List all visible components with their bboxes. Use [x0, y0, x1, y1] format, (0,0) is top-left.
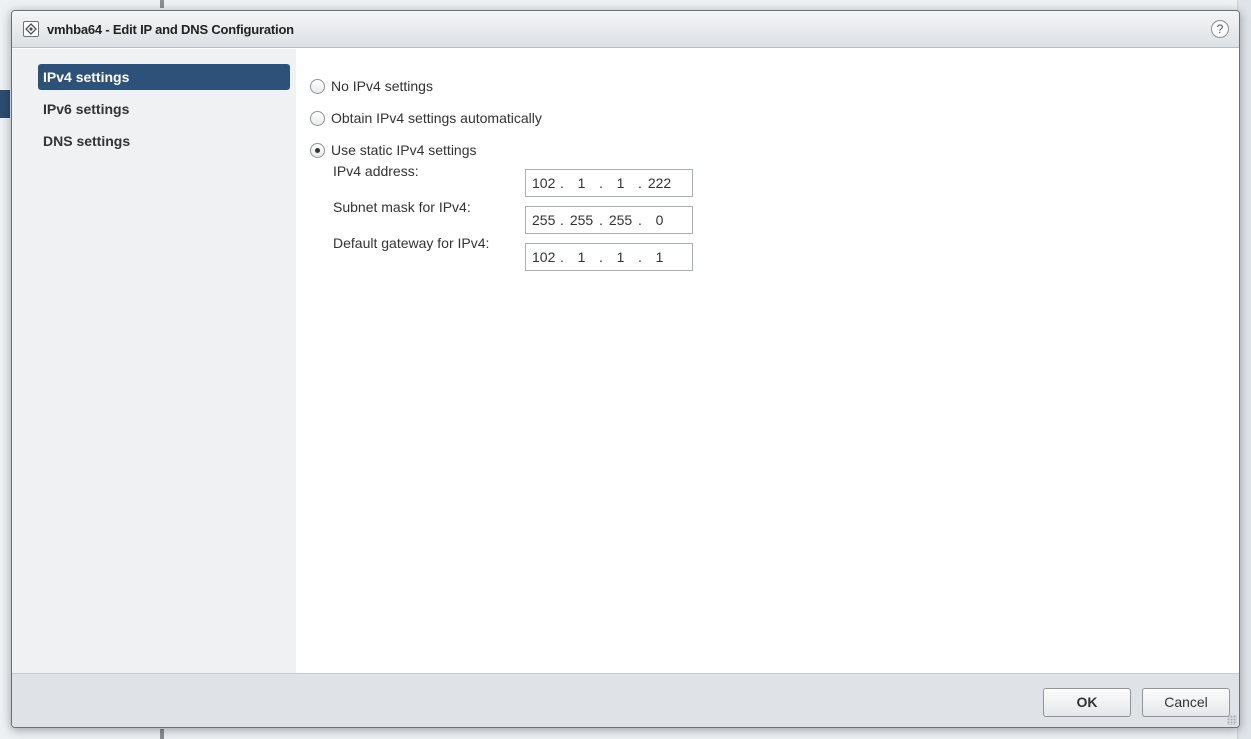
default-gateway-label: Default gateway for IPv4: — [333, 235, 490, 251]
octet-dot: . — [599, 212, 603, 228]
dialog-footer: OK Cancel — [12, 673, 1239, 727]
option-static[interactable]: Use static IPv4 settings — [310, 142, 477, 158]
octet[interactable]: 1 — [607, 249, 634, 265]
cancel-button[interactable]: Cancel — [1142, 688, 1230, 717]
octet[interactable]: 222 — [646, 175, 673, 191]
sidebar-item-dns[interactable]: DNS settings — [38, 128, 290, 154]
radio-static[interactable] — [310, 142, 325, 158]
option-static-label: Use static IPv4 settings — [331, 142, 477, 158]
sidebar-item-ipv6[interactable]: IPv6 settings — [38, 96, 290, 122]
radio-no-ipv4[interactable] — [310, 78, 325, 94]
octet-dot: . — [560, 175, 564, 191]
dialog-title: vmhba64 - Edit IP and DNS Configuration — [47, 21, 294, 37]
help-icon[interactable]: ? — [1211, 20, 1229, 38]
octet-dot: . — [638, 249, 642, 265]
octet[interactable]: 1 — [607, 175, 634, 191]
octet[interactable]: 255 — [568, 212, 595, 228]
octet-dot: . — [638, 212, 642, 228]
option-obtain-auto-label: Obtain IPv4 settings automatically — [331, 110, 542, 126]
octet-dot: . — [599, 249, 603, 265]
radio-obtain-auto[interactable] — [310, 110, 325, 126]
ipv4-address-input[interactable]: 102. 1. 1. 222 — [525, 169, 693, 197]
dialog-titlebar[interactable]: vmhba64 - Edit IP and DNS Configuration … — [12, 11, 1239, 48]
subnet-mask-label: Subnet mask for IPv4: — [333, 199, 471, 215]
option-no-ipv4-label: No IPv4 settings — [331, 78, 433, 94]
octet[interactable]: 102 — [532, 175, 556, 191]
option-no-ipv4[interactable]: No IPv4 settings — [310, 78, 433, 94]
background-nav-strip — [0, 90, 10, 118]
octet-dot: . — [560, 212, 564, 228]
resize-grip-icon[interactable] — [1227, 715, 1237, 725]
octet[interactable]: 102 — [532, 249, 556, 265]
sidebar-item-ipv4[interactable]: IPv4 settings — [38, 64, 290, 90]
octet[interactable]: 1 — [646, 249, 673, 265]
octet-dot: . — [560, 249, 564, 265]
octet[interactable]: 0 — [646, 212, 673, 228]
octet-dot: . — [638, 175, 642, 191]
octet[interactable]: 255 — [607, 212, 634, 228]
ok-button[interactable]: OK — [1043, 688, 1131, 717]
octet[interactable]: 255 — [532, 212, 556, 228]
background-divider-top — [160, 0, 164, 8]
octet-dot: . — [599, 175, 603, 191]
octet[interactable]: 1 — [568, 175, 595, 191]
vsphere-app-icon — [23, 21, 39, 37]
octet[interactable]: 1 — [568, 249, 595, 265]
default-gateway-input[interactable]: 102. 1. 1. 1 — [525, 243, 693, 271]
option-obtain-auto[interactable]: Obtain IPv4 settings automatically — [310, 110, 542, 126]
settings-sidebar: IPv4 settings IPv6 settings DNS settings — [12, 49, 296, 673]
background-divider-bottom — [160, 729, 164, 739]
ipv4-settings-panel: No IPv4 settings Obtain IPv4 settings au… — [296, 49, 1239, 673]
ipv4-address-label: IPv4 address: — [333, 163, 419, 179]
subnet-mask-input[interactable]: 255. 255. 255. 0 — [525, 206, 693, 234]
edit-ip-dns-dialog: vmhba64 - Edit IP and DNS Configuration … — [11, 10, 1240, 728]
